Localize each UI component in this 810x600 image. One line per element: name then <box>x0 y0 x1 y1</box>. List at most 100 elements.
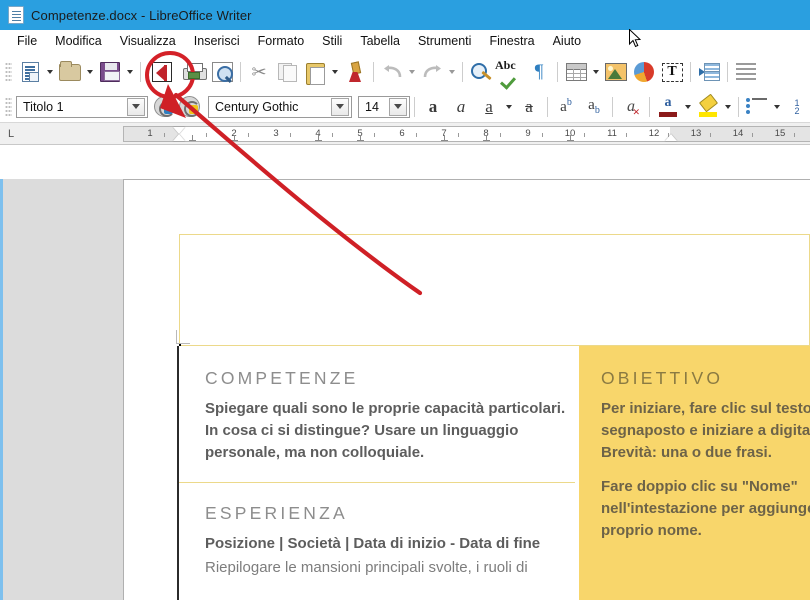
menu-formato[interactable]: Formato <box>249 32 314 50</box>
menu-aiuto[interactable]: Aiuto <box>544 32 591 50</box>
menu-strumenti[interactable]: Strumenti <box>409 32 481 50</box>
save-dropdown[interactable] <box>124 59 136 85</box>
open-folder-icon <box>59 60 81 81</box>
vertical-ruler[interactable] <box>3 179 12 600</box>
font-size-dropdown-button[interactable] <box>389 97 407 116</box>
paste-button[interactable] <box>301 58 329 86</box>
image-icon <box>605 63 627 81</box>
header-frame[interactable] <box>179 234 810 346</box>
print-preview-button[interactable] <box>208 58 236 86</box>
open-dropdown[interactable] <box>84 59 96 85</box>
highlight-color-button[interactable] <box>694 93 722 121</box>
unordered-list-dropdown[interactable] <box>771 94 783 120</box>
menu-inserisci[interactable]: Inserisci <box>185 32 249 50</box>
print-button[interactable] <box>180 58 208 86</box>
menu-stili[interactable]: Stili <box>313 32 351 50</box>
clone-formatting-button[interactable] <box>341 58 369 86</box>
ruler-tab-marker[interactable] <box>567 135 574 142</box>
menu-finestra[interactable]: Finestra <box>480 32 543 50</box>
underline-button[interactable]: a <box>475 93 503 121</box>
formatting-toolbar-grip[interactable] <box>5 96 12 117</box>
ruler-tab-marker[interactable] <box>441 135 448 142</box>
update-style-button[interactable] <box>152 94 177 120</box>
ruler-tab-marker[interactable] <box>315 135 322 142</box>
pilcrow-icon: ¶ <box>534 61 544 82</box>
resume-left-column[interactable]: COMPETENZE Spiegare quali sono le propri… <box>177 346 575 600</box>
save-button[interactable] <box>96 58 124 86</box>
ruler-tab-marker[interactable] <box>357 135 364 142</box>
font-color-dropdown[interactable] <box>682 94 694 120</box>
ruler-tick <box>542 133 543 137</box>
resume-right-column[interactable]: OBIETTIVO Per iniziare, fare clic sul te… <box>579 346 810 600</box>
highlight-color-swatch <box>698 112 717 117</box>
menu-modifica[interactable]: Modifica <box>46 32 111 50</box>
insert-field-button[interactable] <box>732 58 760 86</box>
open-button[interactable] <box>56 58 84 86</box>
menu-visualizza[interactable]: Visualizza <box>111 32 185 50</box>
redo-button[interactable] <box>418 58 446 86</box>
toolbar-separator <box>240 62 241 82</box>
document-page[interactable]: COMPETENZE Spiegare quali sono le propri… <box>123 179 810 600</box>
first-line-indent-marker[interactable] <box>173 127 185 134</box>
paste-dropdown[interactable] <box>329 59 341 85</box>
left-indent-marker[interactable] <box>173 134 185 141</box>
insert-textbox-button[interactable]: T <box>658 58 686 86</box>
superscript-button[interactable]: ab <box>552 93 580 121</box>
italic-button[interactable]: a <box>447 93 475 121</box>
font-name-combo[interactable]: Century Gothic <box>208 95 352 118</box>
insert-image-button[interactable] <box>602 58 630 86</box>
formatting-marks-button[interactable]: ¶ <box>525 58 553 86</box>
document-canvas[interactable]: COMPETENZE Spiegare quali sono le propri… <box>0 179 810 600</box>
cut-button[interactable]: ✂ <box>245 58 273 86</box>
font-name-dropdown-button[interactable] <box>331 97 349 116</box>
font-color-button[interactable]: a <box>654 93 682 121</box>
standard-toolbar: ✂ Abc ¶ T <box>0 53 810 91</box>
find-replace-button[interactable] <box>467 58 495 86</box>
ruler-tab-marker[interactable] <box>189 135 196 142</box>
toolbar-separator <box>414 96 415 117</box>
menu-tabella[interactable]: Tabella <box>351 32 409 50</box>
underline-dropdown[interactable] <box>503 94 515 120</box>
ruler-tick <box>500 133 501 137</box>
new-style-button[interactable] <box>177 94 202 120</box>
insert-page-break-button[interactable] <box>695 58 723 86</box>
bold-glyph: a <box>428 96 438 116</box>
undo-dropdown[interactable] <box>406 59 418 85</box>
paragraph-style-combo[interactable]: Titolo 1 <box>16 95 148 118</box>
text-box-label: T <box>667 64 677 79</box>
section-esperienza[interactable]: ESPERIENZA Posizione | Società | Data di… <box>179 503 575 579</box>
ruler-tick <box>626 133 627 137</box>
insert-chart-button[interactable] <box>630 58 658 86</box>
undo-button[interactable] <box>378 58 406 86</box>
spellcheck-label: Abc <box>495 58 516 72</box>
copy-button[interactable] <box>273 58 301 86</box>
insert-table-button[interactable] <box>562 58 590 86</box>
redo-dropdown[interactable] <box>446 59 458 85</box>
section-obiettivo[interactable]: OBIETTIVO Per iniziare, fare clic sul te… <box>579 346 810 542</box>
toolbar-grip[interactable] <box>5 62 12 82</box>
unordered-list-button[interactable] <box>743 93 771 121</box>
subscript-button[interactable]: ab <box>580 93 608 121</box>
highlight-color-dropdown[interactable] <box>722 94 734 120</box>
font-size-combo[interactable]: 14 <box>358 95 410 118</box>
section-paragraph: Spiegare quali sono le proprie capacità … <box>205 400 566 461</box>
insert-table-dropdown[interactable] <box>590 59 602 85</box>
tab-stop-selector[interactable]: L <box>8 128 14 140</box>
strikethrough-button[interactable]: a <box>515 93 543 121</box>
ruler-tab-marker[interactable] <box>483 135 490 142</box>
new-document-button[interactable] <box>16 58 44 86</box>
horizontal-ruler[interactable]: 1 2 3 4 5 6 7 8 9 10 11 12 13 14 15 <box>123 126 810 142</box>
right-indent-marker[interactable] <box>665 134 677 141</box>
ruler-tab-marker[interactable] <box>231 135 238 142</box>
bold-button[interactable]: a <box>419 93 447 121</box>
paragraph-style-dropdown-button[interactable] <box>127 97 145 116</box>
new-document-dropdown[interactable] <box>44 59 56 85</box>
redo-arrow-icon <box>422 64 443 80</box>
export-pdf-button[interactable] <box>148 58 176 86</box>
ordered-list-button[interactable]: 12 <box>783 93 810 121</box>
font-color-glyph: a <box>664 95 672 110</box>
clear-formatting-button[interactable]: a <box>617 93 645 121</box>
spelling-button[interactable]: Abc <box>495 58 525 86</box>
section-competenze[interactable]: COMPETENZE Spiegare quali sono le propri… <box>179 368 575 464</box>
menu-file[interactable]: File <box>8 32 46 50</box>
